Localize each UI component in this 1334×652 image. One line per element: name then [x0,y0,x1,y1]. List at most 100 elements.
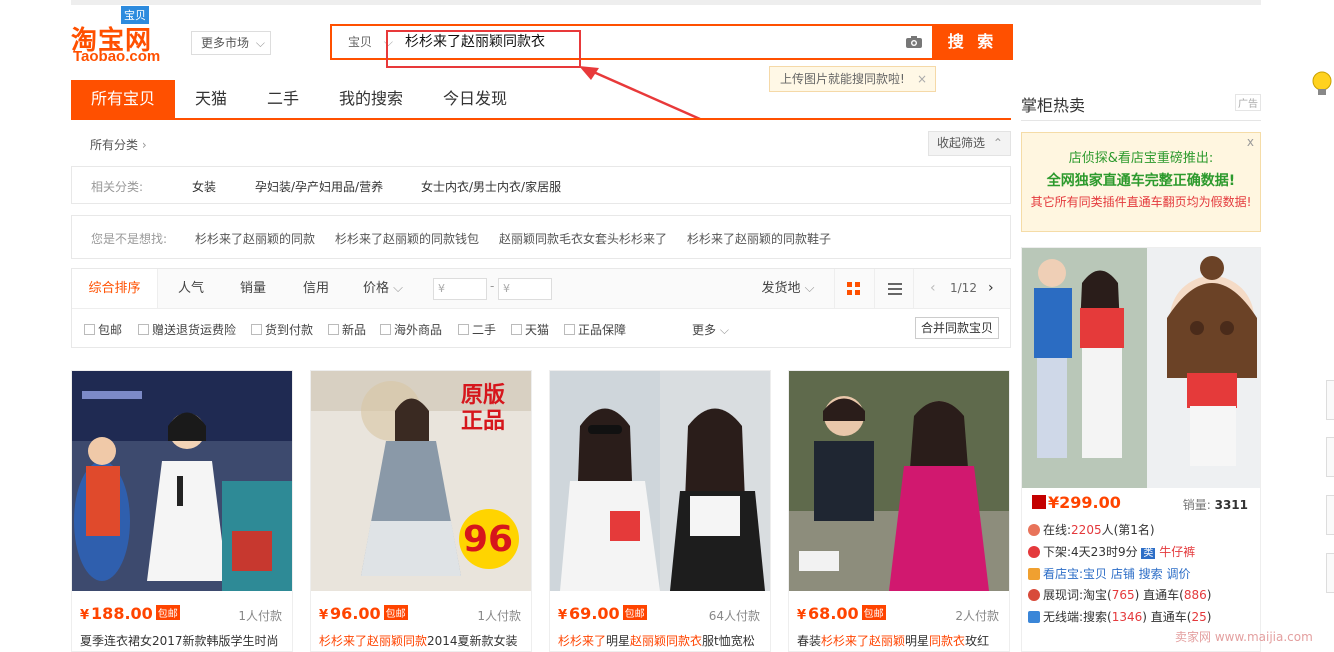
promo-banner[interactable]: x 店侦探&看店宝重磅推出: 全网独家直通车完整正确数据! 其它所有同类插件直通… [1021,132,1261,232]
product-card[interactable]: ¥69.00 包邮 64人付款 杉杉来了明星赵丽颖同款衣服t恤宽松 [549,370,771,652]
sort-sales[interactable]: 销量 [230,269,276,308]
product-price: ¥96.00 包邮 [319,604,408,623]
filter-secondhand[interactable]: 二手 [458,321,496,338]
product-card[interactable]: ¥188.00 包邮 1人付款 夏季连衣裙女2017新款韩版学生时尚 [71,370,293,652]
merge-same-button[interactable]: 合并同款宝贝 [915,317,999,339]
side-tool-button[interactable] [1326,553,1334,593]
page-indicator: 1/12 [950,281,977,295]
tab-tmall[interactable]: 天猫 [181,80,241,118]
more-market-button[interactable]: 更多市场 ⌵ [191,31,271,55]
checkbox-icon [380,324,391,335]
more-filters[interactable]: 更多 ⌵ [692,321,729,338]
tab-my-search[interactable]: 我的搜索 [327,80,415,118]
product-card[interactable]: ¥68.00 包邮 2人付款 春装杉杉来了赵丽颖明星同款衣玫红 [788,370,1010,652]
cat-name[interactable]: 牛仔裤 [1159,545,1195,559]
product-sold: 1人付款 [238,609,282,623]
offshelf-info: 下架:4天23时9分 类 牛仔裤 [1028,543,1195,560]
search-button[interactable]: 搜 索 [932,24,1013,60]
suggest-item[interactable]: 杉杉来了赵丽颖的同款钱包 [335,230,479,247]
suggest-label: 您是不是想找: [91,232,168,246]
wireless-label: 无线端:搜索( [1043,610,1112,624]
ship-from-select[interactable]: 发货地 ⌵ [760,269,816,308]
price-min-input[interactable]: ¥ [433,278,487,300]
camera-icon[interactable] [905,35,923,49]
product-image[interactable] [789,371,1009,591]
prev-page-icon[interactable]: ‹ [930,280,936,296]
breadcrumb[interactable]: 所有分类 › [90,136,147,153]
tab-all[interactable]: 所有宝贝 [71,80,175,118]
logo-tag: 宝贝 [121,6,149,24]
currency: ¥ [558,608,568,623]
target-icon [1028,589,1040,601]
side-tool-button[interactable] [1326,437,1334,477]
title-highlight: 杉杉来了赵丽颖同款 [319,634,428,648]
filter-return-insurance[interactable]: 赠送退货运费险 [138,321,236,338]
side-tool-button[interactable] [1326,495,1334,535]
collapse-filter-button[interactable]: 收起筛选 ⌃ [928,131,1011,156]
hot-product-card[interactable]: ¥299.00 销量: 3311 在线:2205人(第1名) 下架:4天23时9… [1021,247,1261,652]
product-image[interactable] [72,371,292,591]
filter-overseas[interactable]: 海外商品 [380,321,442,338]
close-icon[interactable]: x [1247,135,1254,149]
sort-popularity[interactable]: 人气 [168,269,214,308]
related-label: 相关分类: [91,180,144,194]
tab-secondhand[interactable]: 二手 [253,80,313,118]
tools-info[interactable]: 看店宝:宝贝 店铺 搜索 调价 [1028,565,1191,582]
hot-sale-title: 掌柜热卖 [1021,96,1086,115]
product-title[interactable]: 杉杉来了明星赵丽颖同款衣服t恤宽松 [558,632,764,649]
sort-row: 综合排序 人气 销量 信用 价格 ⌵ ¥ - ¥ 发货地 ⌵ ‹ 1/12 › [72,269,1010,309]
title-highlight: 杉杉来了 [558,634,607,648]
ad-tag: 广告 [1235,94,1261,111]
sort-price-label: 价格 [362,281,389,296]
ship-label: 发货地 [761,281,801,296]
hot-sales: 销量: 3311 [1183,496,1248,513]
sales-value: 3311 [1214,498,1248,512]
filter-free-shipping[interactable]: 包邮 [84,321,122,338]
product-image[interactable]: 原版 正品 96 [311,371,531,591]
product-image[interactable] [1022,248,1260,488]
grid-view-button[interactable] [834,269,872,308]
related-item[interactable]: 女装 [192,178,216,195]
free-shipping-badge: 包邮 [861,605,886,620]
sort-default[interactable]: 综合排序 [72,269,158,308]
product-image[interactable] [550,371,770,591]
sort-price[interactable]: 价格 ⌵ [358,269,408,308]
filter-genuine[interactable]: 正品保障 [564,321,626,338]
side-tool-button[interactable] [1326,380,1334,420]
lightbulb-icon[interactable] [1310,70,1334,100]
filter-new[interactable]: 新品 [328,321,366,338]
filter-label: 赠送退货运费险 [152,323,237,337]
phone-icon [1028,611,1040,623]
tools-text[interactable]: 看店宝:宝贝 店铺 搜索 调价 [1043,567,1191,581]
taobao-logo[interactable]: 淘宝网 Taobao.com 宝贝 [71,6,181,68]
more-market-label: 更多市场 [201,36,250,50]
wireless-info: 无线端:搜索(1346) 直通车(25) [1028,608,1211,625]
tab-today[interactable]: 今日发现 [431,80,519,118]
online-num: 2205 [1071,523,1102,537]
show-mid: ) 直通车( [1134,588,1184,602]
filter-tmall[interactable]: 天猫 [511,321,549,338]
product-title[interactable]: 杉杉来了赵丽颖同款2014夏新款女装 [319,632,525,649]
suggest-item[interactable]: 杉杉来了赵丽颖的同款 [195,230,315,247]
price-value: ¥299.00 [1048,493,1121,512]
related-item[interactable]: 女士内衣/男士内衣/家居服 [421,178,561,195]
overlay-badge-bottom: 正品 [461,409,506,434]
filter-cod[interactable]: 货到付款 [251,321,313,338]
sort-credit[interactable]: 信用 [293,269,339,308]
user-icon [1028,524,1040,536]
free-shipping-badge: 包邮 [383,605,408,620]
suggest-item[interactable]: 赵丽颖同款毛衣女套头杉杉来了 [499,230,667,247]
list-view-button[interactable] [874,269,914,308]
cat-tag: 类 [1141,548,1156,559]
product-title[interactable]: 春装杉杉来了赵丽颖明星同款衣玫红 [797,632,1003,649]
related-item[interactable]: 孕妇装/孕产妇用品/营养 [255,178,383,195]
product-card[interactable]: 原版 正品 96 ¥96.00 包邮 1人付款 杉杉来了赵丽颖同款2014夏新款女… [310,370,532,652]
product-sold: 1人付款 [477,609,521,623]
price-max-input[interactable]: ¥ [498,278,552,300]
online-rest: 人(第1名) [1101,523,1155,537]
currency: ¥ [319,608,329,623]
filter-label: 包邮 [98,323,123,337]
suggest-item[interactable]: 杉杉来了赵丽颖的同款鞋子 [687,230,831,247]
next-page-icon[interactable]: › [988,280,994,296]
product-title[interactable]: 夏季连衣裙女2017新款韩版学生时尚 [80,632,286,649]
